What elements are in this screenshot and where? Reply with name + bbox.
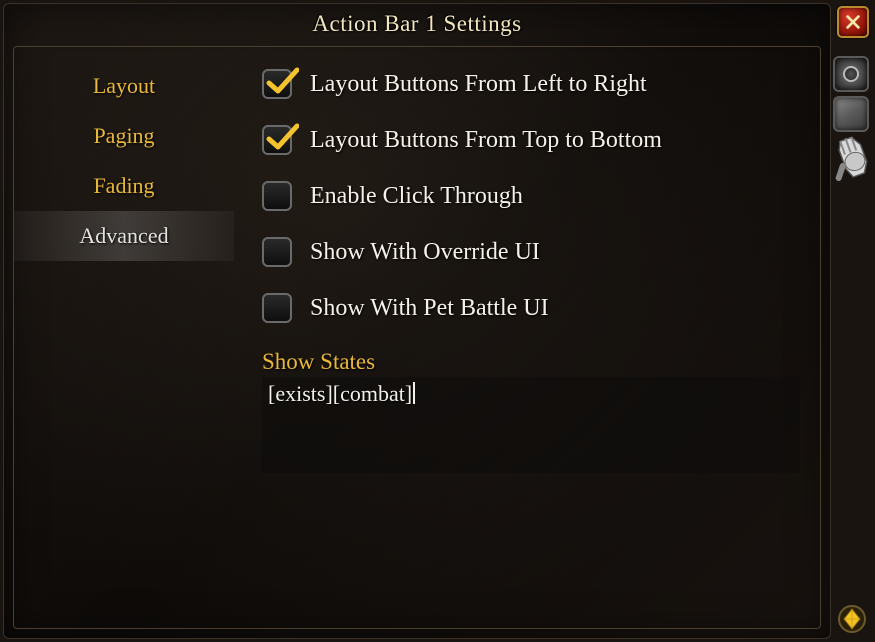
checkbox-layout-left-right[interactable] — [262, 69, 292, 99]
checkbox-click-through[interactable] — [262, 181, 292, 211]
cursor-gauntlet-icon — [829, 132, 875, 186]
text-caret — [413, 382, 415, 404]
option-label: Show With Override UI — [310, 239, 540, 266]
sidebar: Layout Paging Fading Advanced — [14, 47, 234, 628]
sidebar-item-layout[interactable]: Layout — [14, 61, 234, 111]
window-title: Action Bar 1 Settings — [312, 11, 521, 37]
side-slot-round[interactable] — [833, 56, 869, 92]
show-states-input[interactable]: [exists][combat] — [262, 377, 800, 473]
settings-window: Action Bar 1 Settings Layout Paging Fadi… — [3, 3, 831, 639]
sidebar-item-label: Advanced — [79, 223, 168, 249]
checkbox-layout-top-bottom[interactable] — [262, 125, 292, 155]
titlebar: Action Bar 1 Settings — [4, 4, 830, 44]
checkmark-icon — [265, 65, 299, 99]
checkbox-override-ui[interactable] — [262, 237, 292, 267]
sidebar-item-label: Fading — [93, 173, 154, 199]
sidebar-item-fading[interactable]: Fading — [14, 161, 234, 211]
option-label: Enable Click Through — [310, 183, 523, 210]
option-label: Layout Buttons From Top to Bottom — [310, 127, 662, 154]
side-slot-empty[interactable] — [833, 96, 869, 132]
option-label: Layout Buttons From Left to Right — [310, 71, 647, 98]
option-row: Layout Buttons From Left to Right — [262, 69, 800, 99]
checkmark-icon — [265, 121, 299, 155]
option-row: Show With Override UI — [262, 237, 800, 267]
option-row: Show With Pet Battle UI — [262, 293, 800, 323]
sidebar-item-advanced[interactable]: Advanced — [14, 211, 234, 261]
checkbox-pet-battle-ui[interactable] — [262, 293, 292, 323]
sidebar-item-label: Paging — [93, 123, 154, 149]
main-panel: Layout Buttons From Left to Right Layout… — [234, 47, 820, 628]
corner-gem-button[interactable] — [837, 604, 867, 634]
option-label: Show With Pet Battle UI — [310, 295, 549, 322]
option-row: Enable Click Through — [262, 181, 800, 211]
show-states-label: Show States — [262, 349, 800, 375]
close-icon — [844, 13, 862, 31]
inner-frame: Layout Paging Fading Advanced — [13, 46, 821, 629]
option-row: Layout Buttons From Top to Bottom — [262, 125, 800, 155]
sidebar-item-label: Layout — [93, 73, 155, 99]
close-button[interactable] — [837, 6, 869, 38]
show-states-value: [exists][combat] — [268, 381, 412, 406]
sidebar-item-paging[interactable]: Paging — [14, 111, 234, 161]
